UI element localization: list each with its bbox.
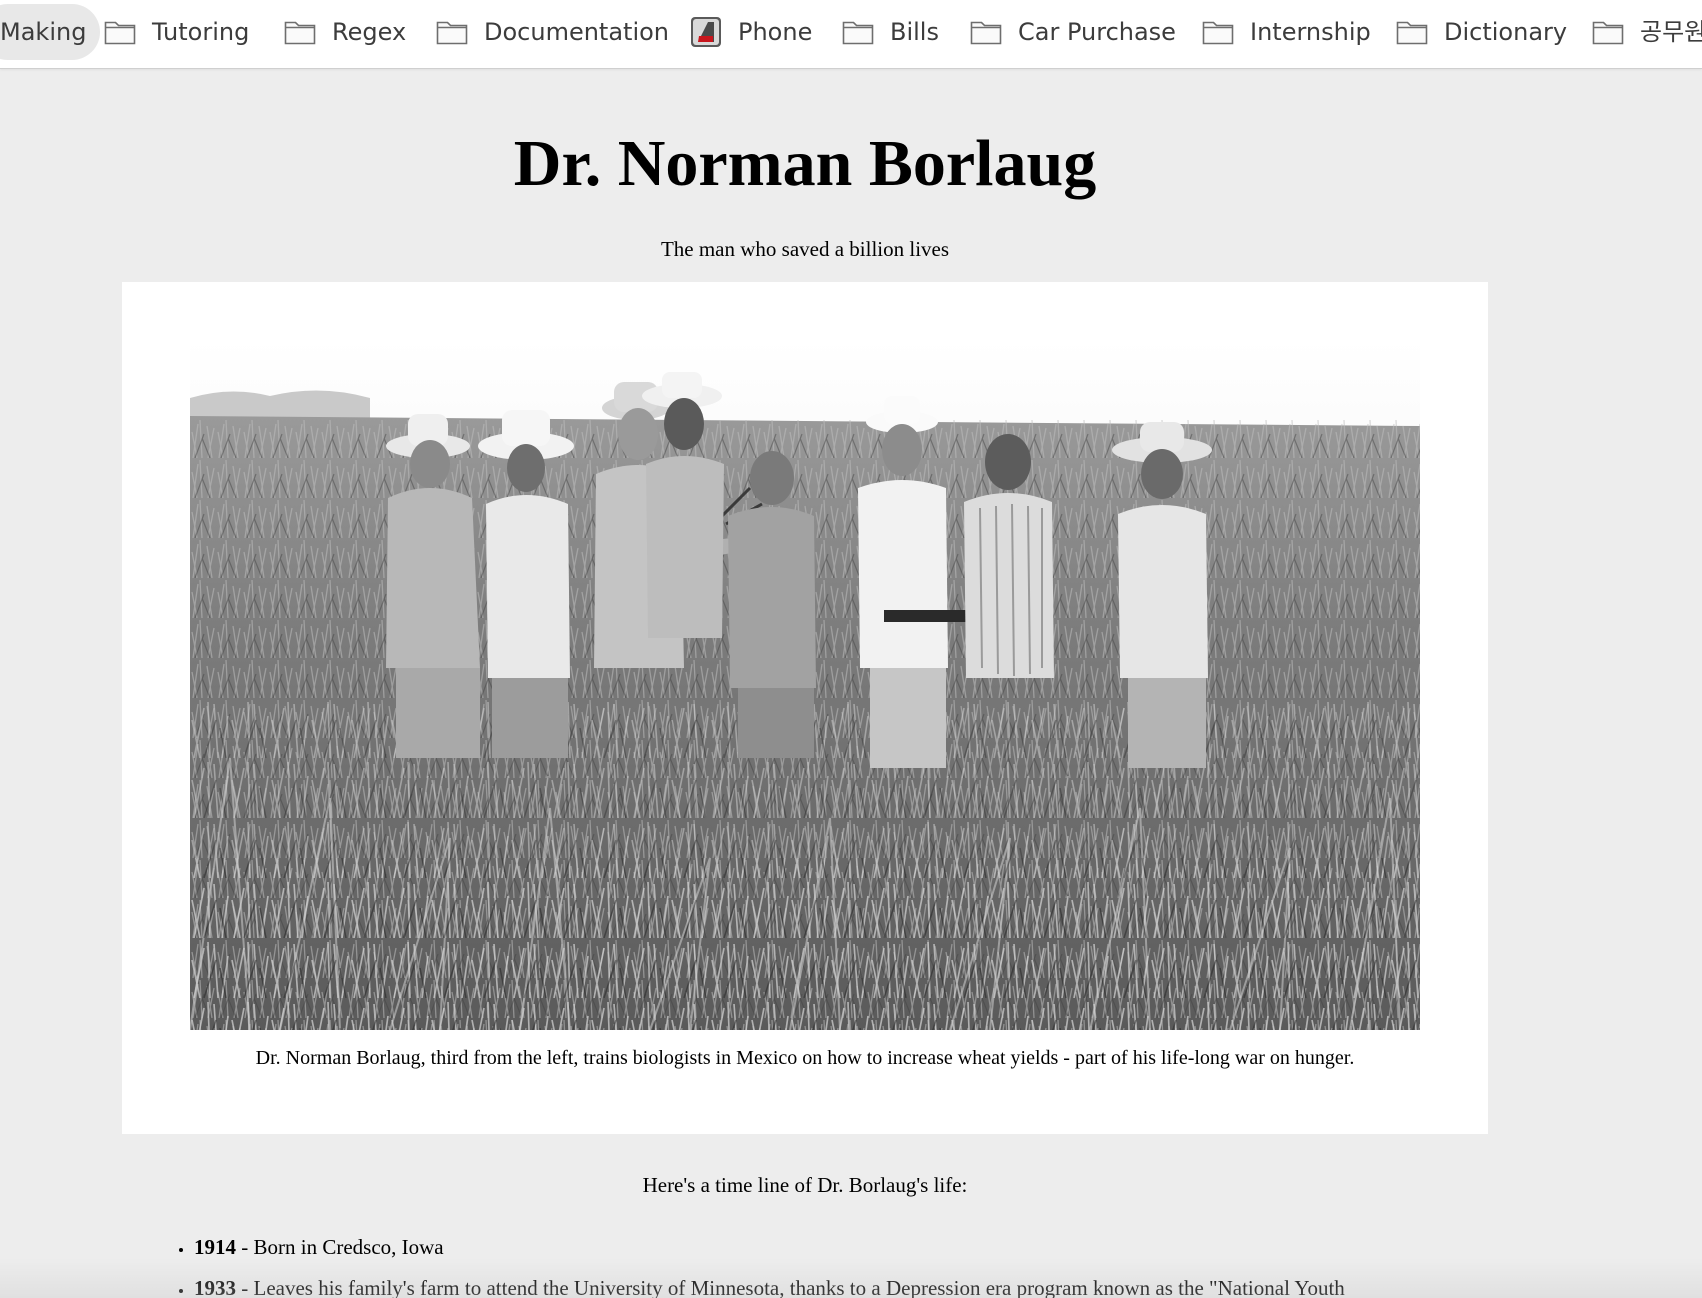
folder-icon — [1202, 21, 1234, 45]
bookmark-dictionary[interactable]: Dictionary — [1396, 0, 1567, 64]
bookmark-gongmuwon[interactable]: 공무원 — [1592, 0, 1702, 64]
bookmark-tutoring[interactable]: Tutoring — [104, 0, 249, 64]
bookmarks-bar: Making Tutoring Regex Documentation Phon… — [0, 0, 1702, 69]
wheat-field-photo — [190, 338, 1420, 1030]
timeline-year: 1914 — [194, 1235, 236, 1259]
timeline-list: 1914 - Born in Credsco, Iowa 1933 - Leav… — [150, 1234, 1614, 1298]
bookmark-internship[interactable]: Internship — [1202, 0, 1371, 64]
folder-icon — [842, 21, 874, 45]
bookmark-label: Bills — [890, 18, 939, 46]
photo-illustration — [190, 338, 1420, 1030]
figure-caption: Dr. Norman Borlaug, third from the left,… — [255, 1047, 1355, 1069]
folder-icon — [1592, 21, 1624, 45]
timeline-text: - Leaves his family's farm to attend the… — [236, 1276, 1345, 1298]
folder-icon — [970, 21, 1002, 45]
page-tagline: The man who saved a billion lives — [660, 237, 950, 261]
bookmark-making[interactable]: Making — [0, 4, 101, 60]
page-title: Dr. Norman Borlaug — [513, 127, 1097, 200]
bookmark-label: Documentation — [484, 18, 670, 46]
phone-app-icon — [691, 17, 721, 47]
timeline-text: - Born in Credsco, Iowa — [236, 1235, 444, 1259]
bookmark-documentation[interactable]: Documentation — [436, 0, 669, 64]
bookmark-label: 공무원 — [1640, 18, 1702, 46]
figure-card: Dr. Norman Borlaug, third from the left,… — [122, 282, 1488, 1134]
bookmark-phone[interactable]: Phone — [690, 0, 812, 64]
timeline-item: 1933 - Leaves his family's farm to atten… — [194, 1275, 1614, 1298]
timeline-year: 1933 — [194, 1276, 236, 1298]
bookmark-label: Dictionary — [1444, 18, 1568, 46]
bookmark-label: Phone — [738, 18, 813, 46]
timeline-intro: Here's a time line of Dr. Borlaug's life… — [642, 1173, 968, 1197]
folder-icon — [436, 21, 468, 45]
bookmark-car-purchase[interactable]: Car Purchase — [970, 0, 1176, 64]
folder-icon — [284, 21, 316, 45]
folder-icon — [104, 21, 136, 45]
timeline-item: 1914 - Born in Credsco, Iowa — [194, 1234, 1614, 1260]
bookmark-label: Regex — [332, 18, 407, 46]
folder-icon — [1396, 21, 1428, 45]
bookmark-bills[interactable]: Bills — [842, 0, 939, 64]
bookmark-label: Tutoring — [152, 18, 250, 46]
bookmark-regex[interactable]: Regex — [284, 0, 406, 64]
bookmark-label: Car Purchase — [1018, 18, 1176, 46]
bookmark-label: Making — [0, 18, 87, 46]
bookmark-label: Internship — [1250, 18, 1371, 46]
